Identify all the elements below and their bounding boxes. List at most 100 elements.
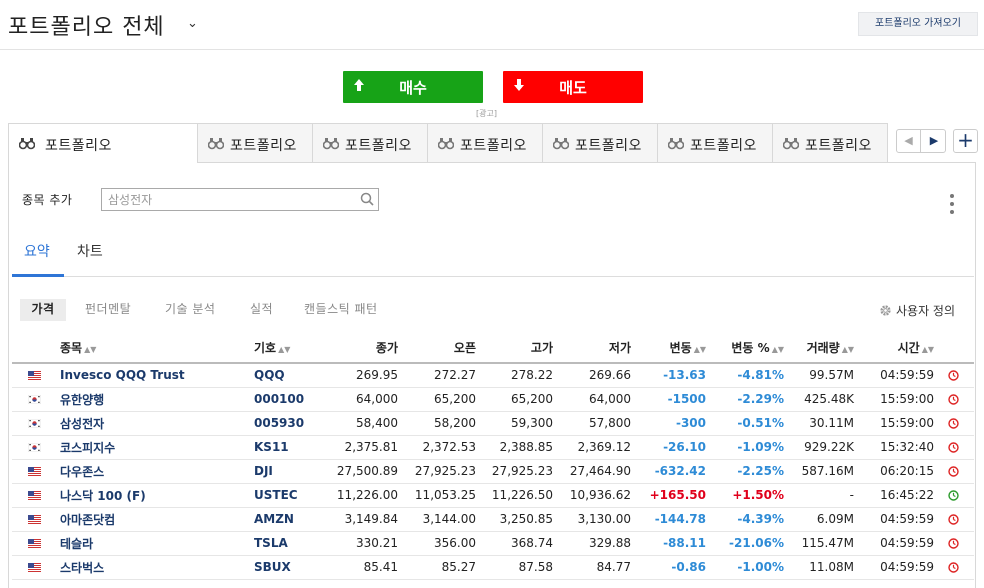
symbol-link[interactable]: USTEC (250, 483, 332, 508)
tab-summary[interactable]: 요약 (24, 241, 50, 261)
import-portfolio-button[interactable]: 포트폴리오 가져오기 (858, 12, 978, 36)
high-price: 87.58 (480, 555, 557, 580)
tab-label: 포트폴리오 (230, 138, 297, 154)
tab-portfolio-5[interactable]: 포트폴리오 (543, 123, 658, 163)
instrument-name-link[interactable]: 나스닥 100 (F) (56, 483, 250, 508)
tab-label: 포트폴리오 (575, 138, 642, 154)
symbol-link[interactable]: 000100 (250, 387, 332, 412)
tab-scroll-controls: ◀ ▶ (896, 129, 946, 153)
table-row[interactable]: 다우존스 DJI 27,500.89 27,925.23 27,925.23 27,464… (12, 459, 974, 484)
tab-next-button[interactable]: ▶ (922, 130, 946, 152)
column-header[interactable]: 저가 (557, 333, 635, 364)
column-header[interactable]: 변동 % ▲▼ (710, 333, 788, 364)
flag-cell (12, 435, 56, 460)
tab-prev-button[interactable]: ◀ (897, 130, 921, 152)
column-header[interactable]: 시간 ▲▼ (858, 333, 938, 364)
column-header[interactable]: 오픈 (402, 333, 480, 364)
instrument-name-link[interactable]: 테슬라 (56, 531, 250, 556)
instrument-name-link[interactable]: 삼성전자 (56, 411, 250, 436)
column-header[interactable]: 종목 ▲▼ (56, 333, 250, 364)
binoculars-icon (668, 138, 684, 150)
tab-label: 포트폴리오 (45, 138, 112, 154)
instrument-name-link[interactable]: 다우존스 (56, 459, 250, 484)
volume: 99.57M (788, 363, 858, 388)
instrument-name-link[interactable]: 아마존닷컴 (56, 507, 250, 532)
subtab-fundamental[interactable]: 펀더멘탈 (85, 299, 131, 321)
more-options-icon[interactable] (945, 192, 959, 216)
instrument-name-link[interactable]: 유한양행 (56, 387, 250, 412)
instrument-name-link[interactable]: 스타벅스 (56, 555, 250, 580)
page-header: 포트폴리오 전체 ⌄ 포트폴리오 가져오기 (0, 0, 984, 50)
table-row[interactable]: 스타벅스 SBUX 85.41 85.27 87.58 84.77 -0.86 -1.00% 1… (12, 555, 974, 580)
symbol-link[interactable]: AMZN (250, 507, 332, 532)
subtab-candlestick[interactable]: 캔들스틱 패턴 (304, 299, 378, 321)
flag-cell (12, 483, 56, 508)
table-row[interactable]: 코스피지수 KS11 2,375.81 2,372.53 2,388.85 2,369.1… (12, 435, 974, 460)
column-header[interactable]: 기호 ▲▼ (250, 333, 332, 364)
time: 04:59:59 (858, 555, 938, 580)
table-row[interactable]: Invesco QQQ Trust QQQ 269.95 272.27 278.22 26… (12, 363, 974, 388)
tab-portfolio-7[interactable]: 포트폴리오 (773, 123, 888, 163)
subtab-earnings[interactable]: 실적 (250, 299, 273, 321)
symbol-link[interactable]: QQQ (250, 363, 332, 388)
tab-chart[interactable]: 차트 (77, 241, 103, 261)
add-portfolio-button[interactable]: + (953, 129, 978, 153)
symbol-link[interactable]: TSLA (250, 531, 332, 556)
low-price: 57,800 (557, 411, 635, 436)
buy-button[interactable]: 매수 (343, 71, 483, 103)
symbol-link[interactable]: 005930 (250, 411, 332, 436)
change-percent: -2.25% (710, 459, 788, 484)
symbol-search-input[interactable] (102, 189, 357, 210)
table-row[interactable]: 테슬라 TSLA 330.21 356.00 368.74 329.88 -88.11 -21… (12, 531, 974, 556)
open-price: 11,053.25 (402, 483, 480, 508)
column-header[interactable]: 거래량 ▲▼ (788, 333, 858, 364)
symbol-link[interactable]: SBUX (250, 555, 332, 580)
tab-portfolio-2[interactable]: 포트폴리오 (198, 123, 313, 163)
active-tab-indicator (12, 274, 64, 277)
close-price: 11,226.00 (332, 483, 402, 508)
portfolio-tabs: 포트폴리오 포트폴리오 포트폴리오 포트폴리오 포트폴리오 포트폴리오 포트폴리… (8, 123, 888, 163)
kr-flag-icon (27, 442, 41, 452)
open-price: 58,200 (402, 411, 480, 436)
column-header[interactable]: 변동 ▲▼ (635, 333, 710, 364)
volume: - (788, 483, 858, 508)
change-value: +165.50 (635, 483, 710, 508)
search-icon[interactable] (360, 192, 374, 206)
table-row[interactable]: 나스닥 100 (F) USTEC 11,226.00 11,053.25 11,226… (12, 483, 974, 508)
table-row[interactable]: 아마존닷컴 AMZN 3,149.84 3,144.00 3,250.85 3,130.0… (12, 507, 974, 532)
symbol-link[interactable]: DJI (250, 459, 332, 484)
status-cell (938, 555, 974, 580)
column-header[interactable]: 고가 (480, 333, 557, 364)
change-percent: -0.51% (710, 411, 788, 436)
symbol-link[interactable]: KS11 (250, 435, 332, 460)
us-flag-icon (27, 370, 41, 380)
binoculars-icon (438, 138, 454, 150)
kr-flag-icon (27, 418, 41, 428)
market-closed-icon (948, 394, 959, 405)
subtab-technical[interactable]: 기술 분석 (165, 299, 215, 321)
table-row[interactable]: 삼성전자 005930 58,400 58,200 59,300 57,800 -300 -0… (12, 411, 974, 436)
flag-header (12, 333, 56, 364)
table-row[interactable]: 유한양행 000100 64,000 65,200 65,200 64,000 -1500-… (12, 387, 974, 412)
chevron-down-icon[interactable]: ⌄ (187, 16, 198, 31)
column-header[interactable]: 종가 (332, 333, 402, 364)
customize-button[interactable]: 사용자 정의 (879, 302, 955, 319)
market-closed-icon (948, 514, 959, 525)
tab-portfolio-3[interactable]: 포트폴리오 (313, 123, 428, 163)
instrument-name-link[interactable]: Invesco QQQ Trust (56, 363, 250, 388)
tab-portfolio-6[interactable]: 포트폴리오 (658, 123, 773, 163)
subtab-price[interactable]: 가격 (20, 299, 66, 321)
open-price: 3,144.00 (402, 507, 480, 532)
flag-cell (12, 555, 56, 580)
change-percent: -2.29% (710, 387, 788, 412)
flag-cell (12, 363, 56, 388)
sell-button[interactable]: 매도 (503, 71, 643, 103)
high-price: 27,925.23 (480, 459, 557, 484)
low-price: 84.77 (557, 555, 635, 580)
instrument-name-link[interactable]: 코스피지수 (56, 435, 250, 460)
tab-portfolio-1[interactable]: 포트폴리오 (8, 123, 198, 163)
tab-portfolio-4[interactable]: 포트폴리오 (428, 123, 543, 163)
status-cell (938, 363, 974, 388)
flag-cell (12, 531, 56, 556)
page-title: 포트폴리오 전체 (8, 15, 165, 40)
